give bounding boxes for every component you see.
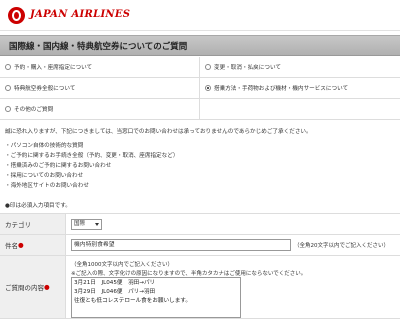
topic-option-change-refund[interactable]: 変更・取消・払戻について	[200, 57, 400, 77]
textarea-line: 往復とも低コレステロール食をお願いします。	[74, 298, 191, 304]
form-row-body: ご質問の内容 ● （全角1000文字以内でご記入ください） ※ご記入の際、文字化け…	[0, 255, 400, 319]
list-item: ・海外地区サイトのお問い合わせ	[5, 183, 89, 189]
radio-icon[interactable]	[5, 64, 11, 70]
subject-hint: （全角20文字以内でご記入ください）	[294, 243, 389, 249]
chevron-down-icon	[95, 223, 99, 226]
body-textarea[interactable]: 3月21日 JL045便 羽田→パリ 3月29日 JL046便 パリ→羽田 往復…	[71, 277, 241, 318]
topic-radio-group: 予約・購入・座席指定について 変更・取消・払戻について 特典航空券全般について …	[0, 57, 400, 120]
brand-name[interactable]: JAPAN AIRLINES	[30, 9, 130, 20]
intro-notice: 誠に恐れ入りますが、下記につきましては、当窓口でのお問い合わせは承っておりません…	[5, 129, 312, 135]
required-field-note: ●印は必須入力項目です。	[5, 203, 71, 209]
category-label: カテゴリ	[0, 214, 66, 234]
category-select[interactable]: 国際	[71, 219, 102, 230]
topic-option-other[interactable]: その他のご質問	[0, 99, 200, 119]
body-katakana-hint: ※ご記入の際、文字化けの原因になりますので、半角カタカナはご使用にならないでくだ…	[71, 271, 307, 277]
list-item: ・採用についてのお問い合わせ	[5, 173, 84, 179]
page-title-bar: 国際線・国内線・特典航空券についてのご質問	[0, 35, 400, 56]
textarea-line: 3月29日 JL046便 パリ→羽田	[74, 289, 156, 295]
page-title: 国際線・国内線・特典航空券についてのご質問	[9, 42, 188, 52]
form-row-subject: 件名 ● 機内特別食希望 （全角20文字以内でご記入ください）	[0, 234, 400, 255]
radio-icon[interactable]	[205, 64, 211, 70]
site-header: JAPAN AIRLINES	[0, 0, 400, 31]
topic-label: 搭乗方法・手荷物および機材・機内サービスについて	[214, 86, 349, 92]
empty-cell	[200, 99, 400, 119]
list-item: ・搭乗済みのご予約に関するお問い合わせ	[5, 163, 112, 169]
radio-icon[interactable]	[5, 106, 11, 112]
required-marker: ●	[44, 283, 50, 291]
form-row-category: カテゴリ 国際	[0, 213, 400, 234]
topic-label: 予約・購入・座席指定について	[14, 65, 93, 71]
topic-label: 変更・取消・払戻について	[214, 65, 281, 71]
radio-selected-icon[interactable]	[205, 85, 211, 91]
radio-icon[interactable]	[5, 85, 11, 91]
subject-input[interactable]: 機内特別食希望	[71, 239, 291, 251]
required-marker: ●	[18, 241, 24, 249]
jal-crane-logo-icon[interactable]	[8, 7, 25, 24]
topic-label: 特典航空券全般について	[14, 86, 76, 92]
list-item: ・ご予約に関するお手続き全般（予約、変更・取消、座席指定など）	[5, 153, 179, 159]
body-length-hint: （全角1000文字以内でご記入ください）	[71, 262, 173, 268]
excluded-topics-list: ・パソコン自体の技術的な質問 ・ご予約に関するお手続き全般（予約、変更・取消、座…	[5, 141, 178, 191]
list-item: ・パソコン自体の技術的な質問	[5, 143, 84, 149]
subject-label: 件名 ●	[0, 235, 66, 255]
body-label: ご質問の内容 ●	[0, 256, 66, 318]
topic-option-boarding-baggage-service[interactable]: 搭乗方法・手荷物および機材・機内サービスについて	[200, 78, 400, 98]
topic-label: その他のご質問	[14, 107, 54, 113]
topic-option-booking[interactable]: 予約・購入・座席指定について	[0, 57, 200, 77]
topic-option-award-ticket[interactable]: 特典航空券全般について	[0, 78, 200, 98]
textarea-line: 3月21日 JL045便 羽田→パリ	[74, 280, 156, 286]
